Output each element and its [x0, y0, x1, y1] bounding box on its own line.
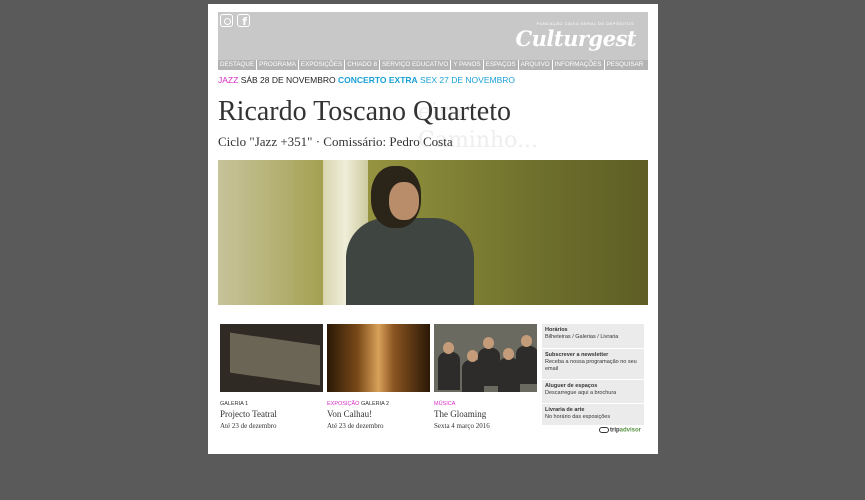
page-container: f FUNDAÇÃO CAIXA GERAL DE DEPÓSITOS Cult…	[208, 4, 658, 454]
info-horarios[interactable]: Horários Bilheteiras / Galerias / Livrari…	[545, 327, 643, 341]
tripadvisor-logo[interactable]: tripadvisor	[599, 427, 641, 434]
event-title-1[interactable]: Projecto Teatral	[220, 409, 277, 419]
tripadvisor-owl-icon	[599, 427, 609, 433]
nav-item-servico-educativo[interactable]: SERVIÇO EDUCATIVO	[380, 60, 452, 70]
info-divider	[542, 379, 644, 380]
nav-item-chiado[interactable]: CHIADO 8	[345, 60, 380, 70]
info-newsletter[interactable]: Subscrever a newsletter Receba a nossa pr…	[545, 352, 643, 373]
culturgest-logo[interactable]: Culturgest	[515, 26, 636, 51]
event-thumbnail-the-gloaming[interactable]	[434, 324, 537, 392]
event-date-line: JAZZ SÁB 28 DE NOVEMBRO CONCERTO EXTRA S…	[218, 75, 515, 85]
event-title-3[interactable]: The Gloaming	[434, 409, 486, 419]
event-category-2: EXPOSIÇÃO GALERIA 2	[327, 401, 390, 407]
nav-item-destaque[interactable]: DESTAQUE	[218, 60, 258, 70]
event-thumbnail-projecto-teatral[interactable]	[220, 324, 323, 392]
extra-concert-label[interactable]: CONCERTO EXTRA	[338, 75, 418, 85]
nav-item-arquivo[interactable]: ARQUIVO	[519, 60, 553, 70]
info-divider	[542, 348, 644, 349]
header-banner: f FUNDAÇÃO CAIXA GERAL DE DEPÓSITOS Cult…	[218, 12, 648, 60]
page-subtitle: Ciclo "Jazz +351" · Comissário: Pedro Co…	[218, 134, 453, 149]
info-divider	[542, 403, 644, 404]
nav-item-exposicoes[interactable]: EXPOSIÇÕES	[299, 60, 346, 70]
info-livraria[interactable]: Livraria de arte No horário das exposiçõe…	[545, 407, 643, 421]
hero-image	[218, 160, 648, 305]
event-category[interactable]: JAZZ	[218, 75, 238, 85]
nav-item-panos[interactable]: Y PANOS	[451, 60, 484, 70]
event-date-1: Até 23 de dezembro	[220, 422, 277, 430]
facebook-icon[interactable]: f	[237, 14, 250, 28]
nav-item-pesquisar[interactable]: PESQUISAR	[605, 60, 646, 70]
event-date-3: Sexta 4 março 2016	[434, 422, 490, 430]
event-date: SÁB 28 DE NOVEMBRO	[240, 75, 336, 85]
event-title-2[interactable]: Von Calhau!	[327, 409, 372, 419]
event-category-3: MÚSICA	[434, 401, 456, 407]
event-date-2: Até 23 de dezembro	[327, 422, 384, 430]
page-title: Ricardo Toscano Quarteto	[218, 96, 511, 127]
main-nav: DESTAQUE PROGRAMA EXPOSIÇÕES CHIADO 8 SE…	[218, 60, 648, 70]
nav-item-espacos[interactable]: ESPAÇOS	[484, 60, 519, 70]
event-thumbnail-von-calhau[interactable]	[327, 324, 430, 392]
nav-item-informacoes[interactable]: INFORMAÇÕES	[553, 60, 605, 70]
info-sidebar: Horários Bilheteiras / Galerias / Livrari…	[542, 324, 644, 425]
instagram-icon[interactable]	[220, 14, 233, 27]
event-category-1: GALERIA 1	[220, 401, 249, 407]
info-aluguer[interactable]: Aluguer de espaços Descarregue aqui a bro…	[545, 383, 643, 397]
extra-concert-date: SEX 27 DE NOVEMBRO	[420, 75, 515, 85]
nav-item-programa[interactable]: PROGRAMA	[257, 60, 299, 70]
